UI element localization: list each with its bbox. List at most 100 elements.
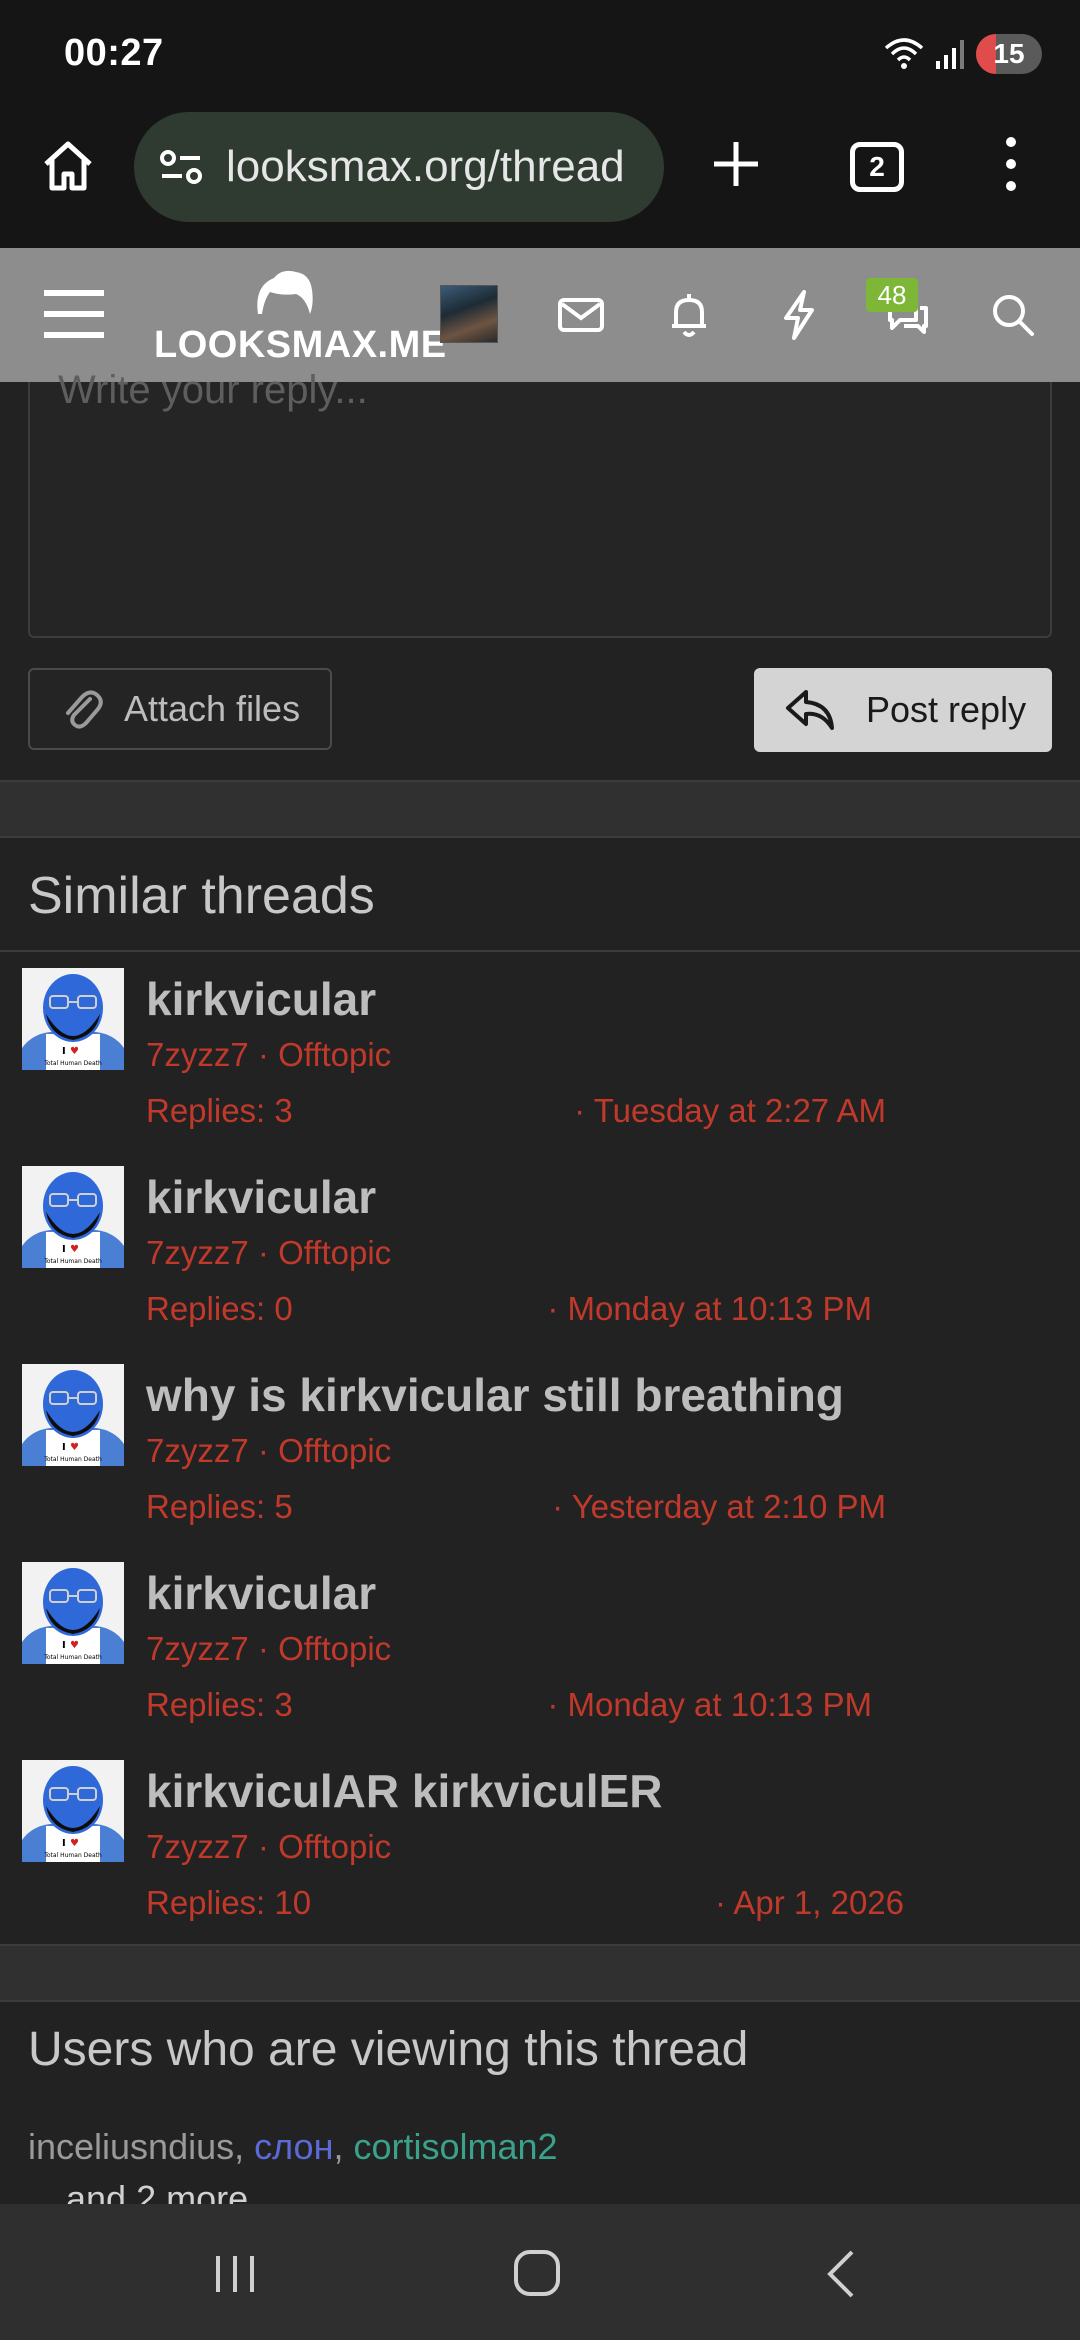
attach-files-button[interactable]: Attach files bbox=[28, 668, 332, 750]
status-time: 00:27 bbox=[64, 32, 164, 74]
thread-date-text: Tuesday at 2:27 AM bbox=[593, 1092, 886, 1129]
thread-author[interactable]: 7zyzz7 bbox=[146, 1828, 249, 1865]
svg-text:I: I bbox=[62, 1244, 66, 1255]
paperclip-icon bbox=[66, 690, 103, 729]
thread-title[interactable]: kirkviculAR kirkviculER bbox=[146, 1764, 662, 1818]
thread-forum[interactable]: Offtopic bbox=[278, 1234, 391, 1271]
viewer-separator: , bbox=[333, 2126, 354, 2167]
logo-text: LOOKSMAX.ME bbox=[154, 324, 447, 366]
site-logo[interactable]: LOOKSMAX.ME bbox=[154, 268, 446, 368]
reply-editor[interactable] bbox=[28, 382, 1052, 638]
thread-title[interactable]: why is kirkvicular still breathing bbox=[146, 1368, 844, 1422]
meta-separator: · bbox=[257, 1828, 269, 1865]
svg-text:I: I bbox=[62, 1442, 66, 1453]
post-reply-button[interactable]: Post reply bbox=[754, 668, 1052, 752]
svg-text:Total Human Death: Total Human Death bbox=[43, 1060, 102, 1067]
viewer-link[interactable]: cortisolman2 bbox=[353, 2126, 557, 2167]
status-bar: 00:27 15 bbox=[0, 0, 1080, 104]
thread-date-text: Apr 1, 2026 bbox=[733, 1884, 904, 1921]
viewers-list: inceliusndius, слон, cortisolman2 bbox=[28, 2126, 558, 2168]
meta-separator: · bbox=[257, 1432, 269, 1469]
similar-thread-item[interactable]: I ♥ Total Human Death kirkvicular 7zyzz7 · O… bbox=[0, 968, 1080, 1166]
thread-title[interactable]: kirkvicular bbox=[146, 1170, 376, 1224]
site-settings-icon[interactable] bbox=[156, 142, 206, 192]
thread-forum[interactable]: Offtopic bbox=[278, 1432, 391, 1469]
svg-text:Total Human Death: Total Human Death bbox=[43, 1852, 102, 1859]
thread-forum[interactable]: Offtopic bbox=[278, 1036, 391, 1073]
tab-switcher-button[interactable]: 2 bbox=[850, 142, 904, 192]
thread-title[interactable]: kirkvicular bbox=[146, 972, 376, 1026]
similar-thread-item[interactable]: I ♥ Total Human Death kirkviculAR kirkvicul… bbox=[0, 1760, 1080, 1958]
recent-apps-icon[interactable] bbox=[210, 2252, 260, 2296]
section-divider bbox=[0, 780, 1080, 838]
attach-files-label: Attach files bbox=[124, 688, 301, 729]
thread-meta: 7zyzz7 · Offtopic bbox=[146, 1234, 391, 1272]
thread-author-avatar[interactable]: I ♥ Total Human Death bbox=[22, 968, 124, 1070]
lightning-icon[interactable] bbox=[772, 288, 826, 342]
thread-meta: 7zyzz7 · Offtopic bbox=[146, 1036, 391, 1074]
thread-author-avatar[interactable]: I ♥ Total Human Death bbox=[22, 1364, 124, 1466]
meta-separator: · bbox=[547, 1686, 559, 1723]
thread-date-text: Monday at 10:13 PM bbox=[567, 1686, 872, 1723]
back-nav-icon[interactable] bbox=[822, 2248, 862, 2300]
search-icon[interactable] bbox=[986, 288, 1040, 342]
post-reply-label: Post reply bbox=[866, 689, 1027, 730]
svg-text:♥: ♥ bbox=[70, 1442, 79, 1453]
svg-text:Total Human Death: Total Human Death bbox=[43, 1258, 102, 1265]
meta-separator: · bbox=[715, 1884, 727, 1921]
thread-date: · Monday at 10:13 PM bbox=[547, 1686, 872, 1724]
svg-text:♥: ♥ bbox=[70, 1244, 79, 1255]
meta-separator: · bbox=[552, 1488, 564, 1525]
similar-thread-item[interactable]: I ♥ Total Human Death kirkvicular 7zyzz7 · O… bbox=[0, 1166, 1080, 1364]
svg-text:♥: ♥ bbox=[70, 1046, 79, 1057]
meta-separator: · bbox=[574, 1092, 586, 1129]
svg-text:Total Human Death: Total Human Death bbox=[43, 1456, 102, 1463]
thread-forum[interactable]: Offtopic bbox=[278, 1630, 391, 1667]
viewer-link[interactable]: inceliusndius bbox=[28, 2126, 234, 2167]
home-icon[interactable] bbox=[38, 136, 98, 196]
user-avatar[interactable] bbox=[440, 285, 498, 343]
battery-indicator: 15 bbox=[976, 34, 1042, 74]
hamburger-menu-icon[interactable] bbox=[44, 288, 104, 340]
svg-text:♥: ♥ bbox=[70, 1838, 79, 1849]
inbox-icon[interactable] bbox=[554, 288, 608, 342]
thread-author[interactable]: 7zyzz7 bbox=[146, 1432, 249, 1469]
home-nav-icon[interactable] bbox=[512, 2248, 562, 2298]
thread-author-avatar[interactable]: I ♥ Total Human Death bbox=[22, 1166, 124, 1268]
signal-icon bbox=[936, 40, 964, 69]
similar-thread-item[interactable]: I ♥ Total Human Death why is kirkvicular st… bbox=[0, 1364, 1080, 1562]
thread-replies: Replies: 3 bbox=[146, 1092, 293, 1129]
reply-placeholder: Write your reply... bbox=[58, 368, 368, 412]
more-menu-icon[interactable] bbox=[996, 134, 1026, 194]
url-text: looksmax.org/thread bbox=[226, 142, 625, 191]
svg-text:♥: ♥ bbox=[70, 1640, 79, 1651]
similar-thread-item[interactable]: I ♥ Total Human Death kirkvicular 7zyzz7 · O… bbox=[0, 1562, 1080, 1760]
system-nav-bar bbox=[0, 2204, 1080, 2340]
thread-author-avatar[interactable]: I ♥ Total Human Death bbox=[22, 1562, 124, 1664]
thread-forum[interactable]: Offtopic bbox=[278, 1828, 391, 1865]
thread-author-avatar[interactable]: I ♥ Total Human Death bbox=[22, 1760, 124, 1862]
meta-separator: · bbox=[257, 1630, 269, 1667]
thread-author[interactable]: 7zyzz7 bbox=[146, 1036, 249, 1073]
thread-author[interactable]: 7zyzz7 bbox=[146, 1234, 249, 1271]
battery-level: 15 bbox=[993, 38, 1025, 69]
viewer-link[interactable]: слон bbox=[254, 2126, 333, 2167]
thread-title[interactable]: kirkvicular bbox=[146, 1566, 376, 1620]
new-tab-icon[interactable] bbox=[706, 134, 766, 194]
svg-text:I: I bbox=[62, 1640, 66, 1651]
status-icons: 15 bbox=[884, 32, 1042, 76]
thread-author[interactable]: 7zyzz7 bbox=[146, 1630, 249, 1667]
meta-separator: · bbox=[257, 1036, 269, 1073]
site-header: LOOKSMAX.ME 48 bbox=[0, 248, 1080, 382]
thread-date: · Yesterday at 2:10 PM bbox=[552, 1488, 886, 1526]
address-bar[interactable]: looksmax.org/thread bbox=[134, 112, 664, 222]
thread-replies: Replies: 5 bbox=[146, 1488, 293, 1525]
bell-icon[interactable] bbox=[662, 288, 716, 342]
hair-logo-icon bbox=[257, 270, 313, 314]
conversations-badge: 48 bbox=[866, 278, 918, 312]
thread-meta: 7zyzz7 · Offtopic bbox=[146, 1630, 391, 1668]
divider bbox=[0, 950, 1080, 952]
viewer-separator: , bbox=[234, 2126, 255, 2167]
reply-arrow-icon bbox=[786, 690, 834, 730]
thread-date: · Tuesday at 2:27 AM bbox=[574, 1092, 886, 1130]
